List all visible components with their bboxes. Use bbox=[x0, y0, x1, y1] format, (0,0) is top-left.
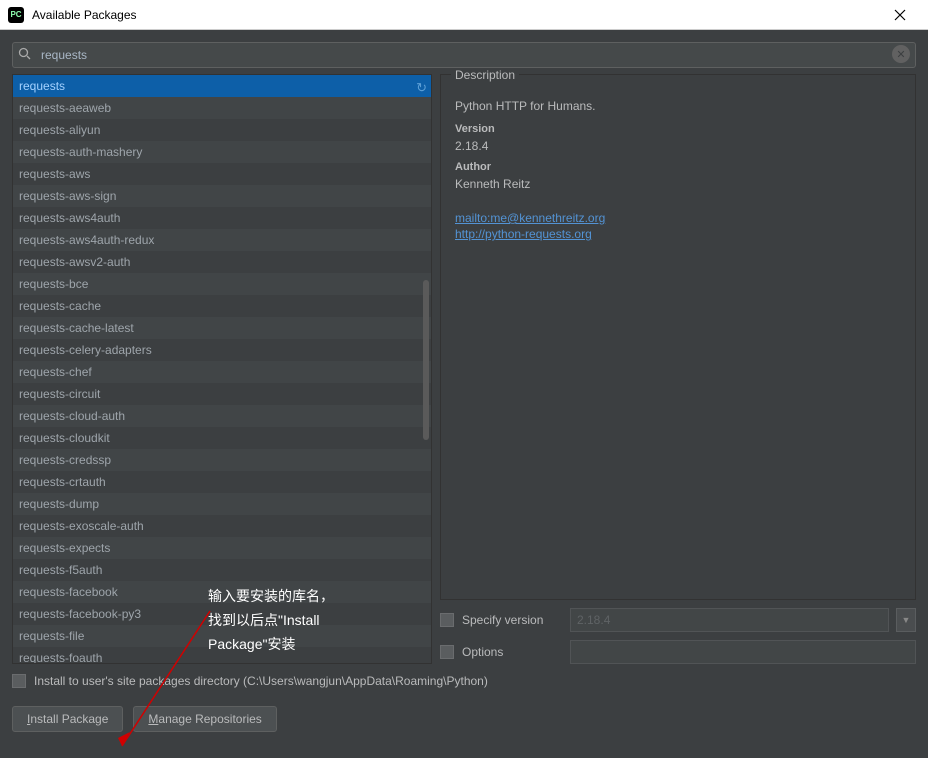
package-item[interactable]: requests-aws4auth-redux bbox=[13, 229, 431, 251]
project-url-link[interactable]: http://python-requests.org bbox=[455, 227, 901, 241]
package-item[interactable]: requests-foauth bbox=[13, 647, 431, 663]
install-to-user-label: Install to user's site packages director… bbox=[34, 674, 488, 688]
close-button[interactable] bbox=[880, 0, 920, 30]
install-to-user-checkbox[interactable] bbox=[12, 674, 26, 688]
package-item[interactable]: requests-chef bbox=[13, 361, 431, 383]
author-email-link[interactable]: mailto:me@kennethreitz.org bbox=[455, 211, 901, 225]
package-item[interactable]: requests-circuit bbox=[13, 383, 431, 405]
package-item[interactable]: requests-crtauth bbox=[13, 471, 431, 493]
window-title: Available Packages bbox=[32, 8, 137, 22]
package-item[interactable]: requests-cache bbox=[13, 295, 431, 317]
titlebar: PC Available Packages bbox=[0, 0, 928, 30]
version-dropdown-icon[interactable]: ▼ bbox=[896, 608, 916, 632]
button-row: Install Package Manage Repositories bbox=[12, 706, 916, 732]
package-item[interactable]: requests-cloud-auth bbox=[13, 405, 431, 427]
package-item[interactable]: requests-celery-adapters bbox=[13, 339, 431, 361]
description-legend: Description bbox=[451, 68, 519, 82]
package-list[interactable]: requests↻requests-aeawebrequests-aliyunr… bbox=[12, 74, 432, 664]
app-icon: PC bbox=[8, 7, 24, 23]
package-list-panel: requests↻requests-aeawebrequests-aliyunr… bbox=[12, 74, 432, 664]
package-item[interactable]: requests↻ bbox=[13, 75, 431, 97]
package-item[interactable]: requests-bce bbox=[13, 273, 431, 295]
package-item[interactable]: requests-aeaweb bbox=[13, 97, 431, 119]
install-to-user-row: Install to user's site packages director… bbox=[12, 674, 916, 688]
package-item[interactable]: requests-f5auth bbox=[13, 559, 431, 581]
specify-version-input bbox=[570, 608, 889, 632]
package-item[interactable]: requests-aliyun bbox=[13, 119, 431, 141]
package-item[interactable]: requests-dump bbox=[13, 493, 431, 515]
refresh-icon[interactable]: ↻ bbox=[416, 77, 427, 99]
package-summary: Python HTTP for Humans. bbox=[455, 99, 901, 113]
scrollbar-thumb[interactable] bbox=[423, 280, 429, 440]
close-icon bbox=[894, 9, 906, 21]
package-item[interactable]: requests-file bbox=[13, 625, 431, 647]
description-box: Description Python HTTP for Humans. Vers… bbox=[440, 74, 916, 600]
author-label: Author bbox=[455, 161, 901, 173]
package-item[interactable]: requests-exoscale-auth bbox=[13, 515, 431, 537]
options-checkbox[interactable] bbox=[440, 645, 454, 659]
package-item[interactable]: requests-awsv2-auth bbox=[13, 251, 431, 273]
manage-repositories-button[interactable]: Manage Repositories bbox=[133, 706, 276, 732]
search-icon bbox=[18, 47, 32, 64]
package-item[interactable]: requests-facebook bbox=[13, 581, 431, 603]
version-value: 2.18.4 bbox=[455, 139, 901, 153]
package-item[interactable]: requests-cache-latest bbox=[13, 317, 431, 339]
package-item[interactable]: requests-aws bbox=[13, 163, 431, 185]
specify-version-label: Specify version bbox=[462, 613, 562, 627]
package-item[interactable]: requests-aws-sign bbox=[13, 185, 431, 207]
author-value: Kenneth Reitz bbox=[455, 177, 901, 191]
search-field-wrap: ✕ bbox=[12, 42, 916, 68]
package-item[interactable]: requests-aws4auth bbox=[13, 207, 431, 229]
specify-version-row: Specify version ▼ bbox=[440, 608, 916, 632]
options-row: Options bbox=[440, 640, 916, 664]
description-panel: Description Python HTTP for Humans. Vers… bbox=[440, 74, 916, 664]
install-package-button[interactable]: Install Package bbox=[12, 706, 123, 732]
dialog-content: ✕ requests↻requests-aeawebrequests-aliyu… bbox=[0, 30, 928, 758]
package-item[interactable]: requests-expects bbox=[13, 537, 431, 559]
package-item[interactable]: requests-cloudkit bbox=[13, 427, 431, 449]
search-input[interactable] bbox=[12, 42, 916, 68]
package-item[interactable]: requests-credssp bbox=[13, 449, 431, 471]
package-item[interactable]: requests-auth-mashery bbox=[13, 141, 431, 163]
specify-version-checkbox[interactable] bbox=[440, 613, 454, 627]
version-label: Version bbox=[455, 123, 901, 135]
clear-search-icon[interactable]: ✕ bbox=[892, 45, 910, 63]
package-item[interactable]: requests-facebook-py3 bbox=[13, 603, 431, 625]
options-label: Options bbox=[462, 645, 562, 659]
options-input bbox=[570, 640, 916, 664]
